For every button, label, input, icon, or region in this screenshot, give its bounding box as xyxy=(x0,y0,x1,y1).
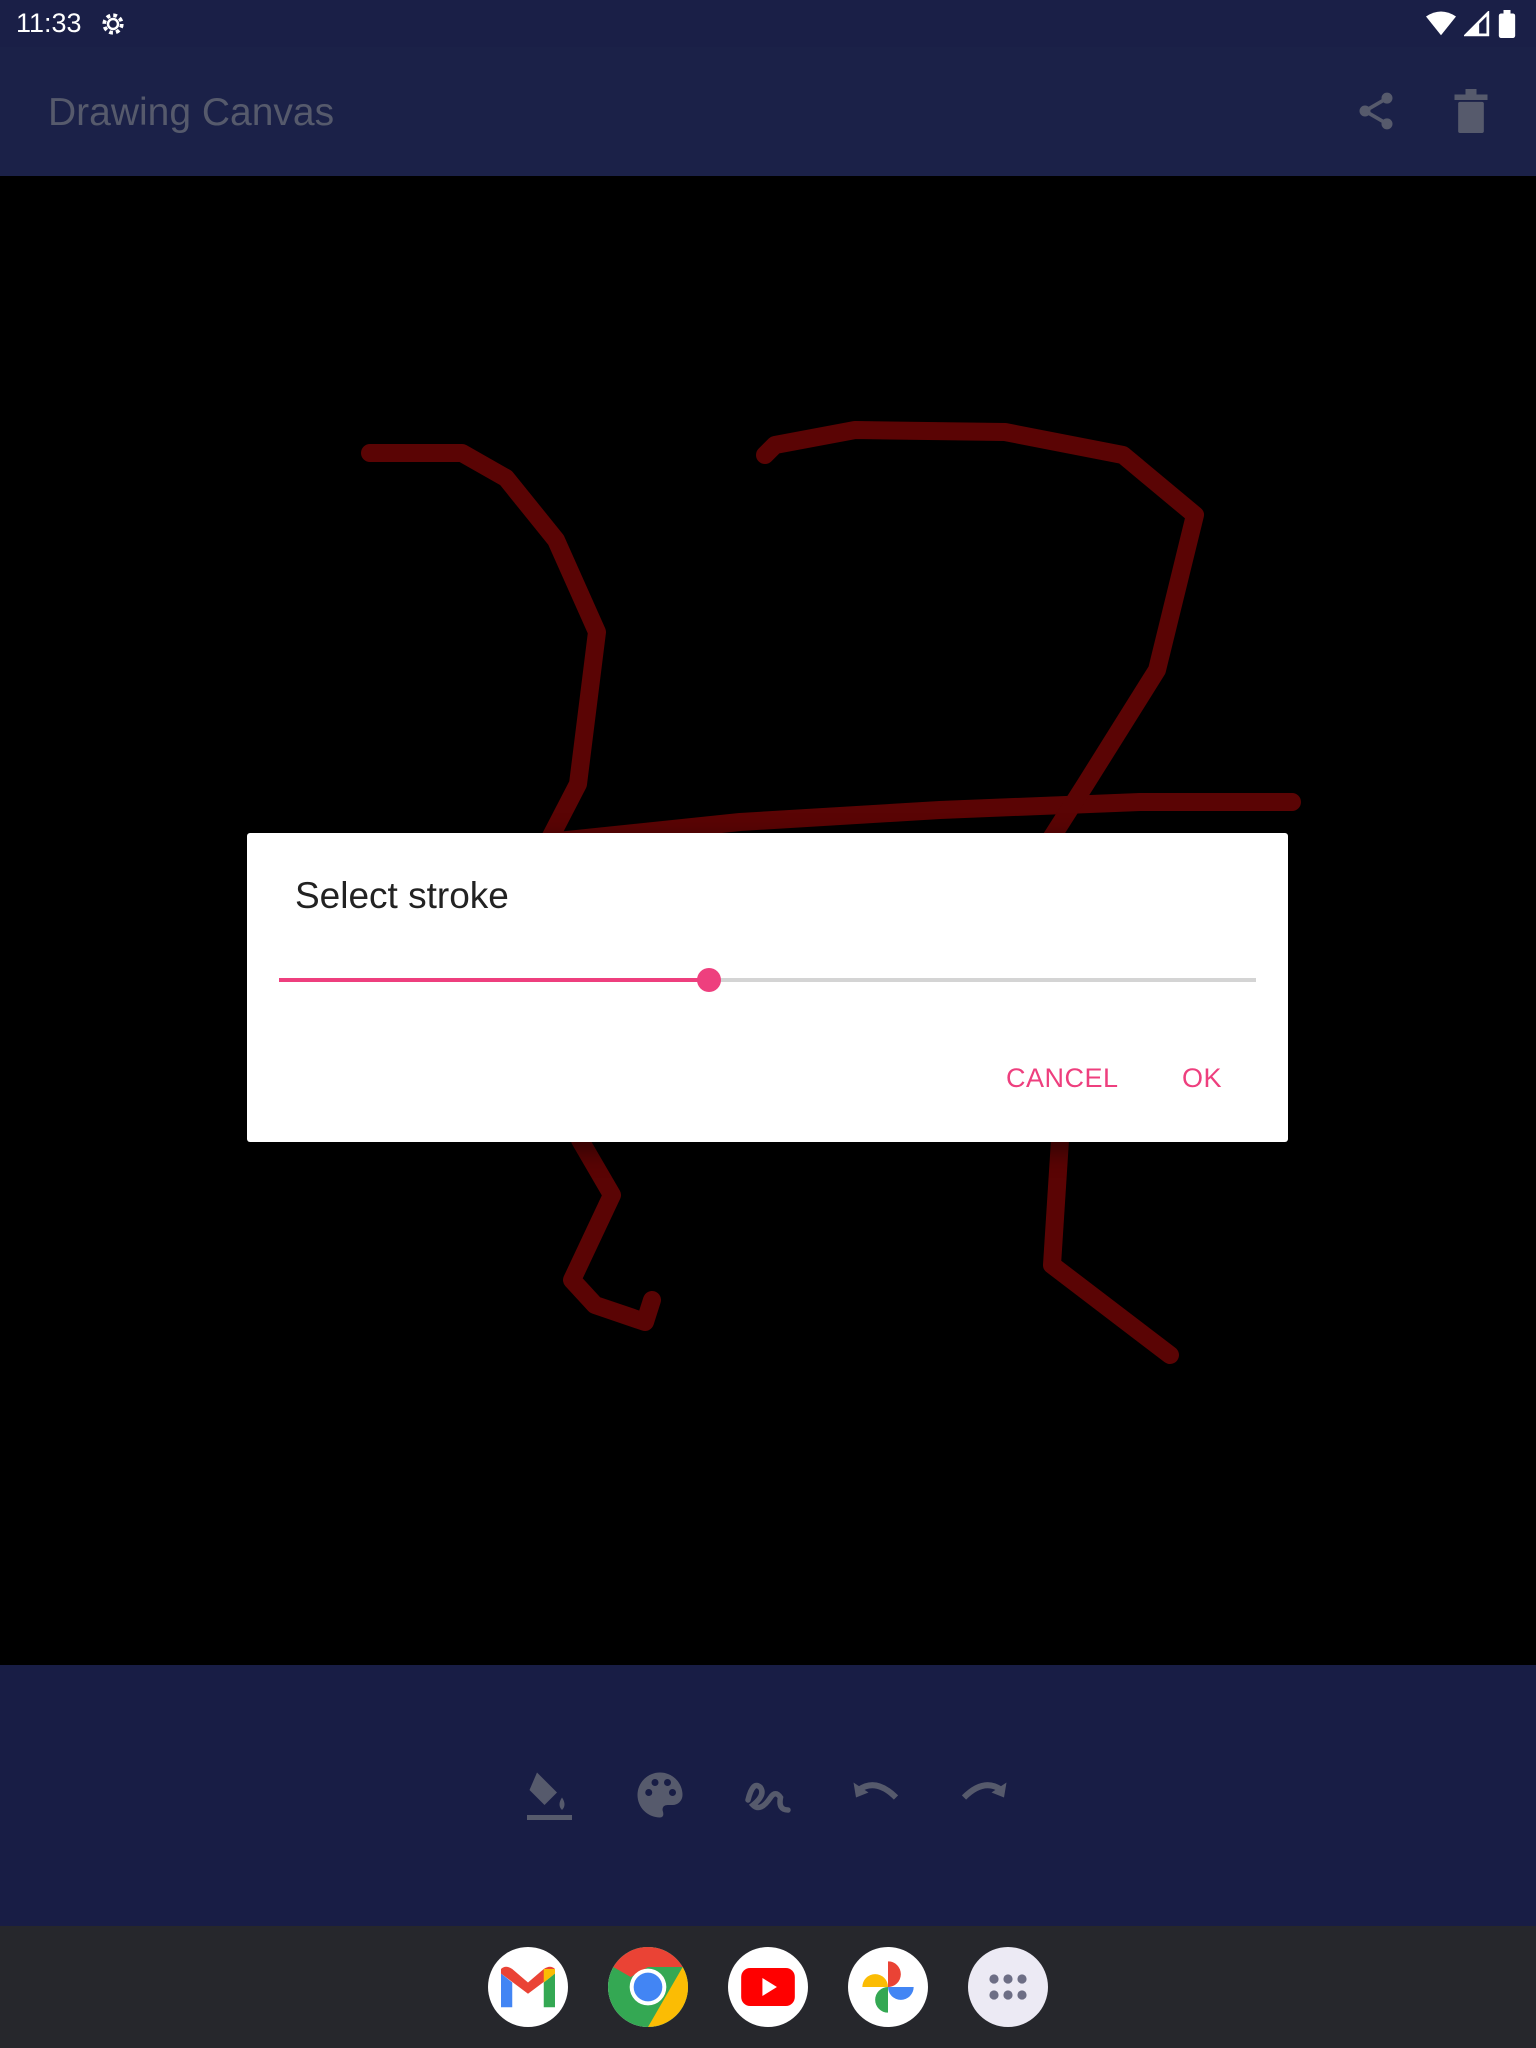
chrome-icon[interactable] xyxy=(608,1947,688,2027)
stroke-path xyxy=(361,444,606,851)
stroke-path xyxy=(756,421,1204,849)
app-drawer-icon[interactable] xyxy=(968,1947,1048,2027)
photos-icon[interactable] xyxy=(848,1947,928,2027)
redo-icon[interactable] xyxy=(954,1765,1014,1825)
dialog-title: Select stroke xyxy=(295,875,509,916)
wifi-icon xyxy=(1426,11,1456,42)
app-title: Drawing Canvas xyxy=(48,91,335,134)
select-stroke-dialog: Select stroke CANCEL OK xyxy=(247,833,1288,1142)
fill-color-icon[interactable] xyxy=(522,1765,582,1825)
status-time: 11:33 xyxy=(16,8,82,38)
gmail-icon[interactable] xyxy=(488,1947,568,2027)
battery-icon xyxy=(1498,10,1516,43)
palette-icon[interactable] xyxy=(630,1765,690,1825)
app-dock xyxy=(0,1926,1536,2048)
signal-icon xyxy=(1462,9,1490,42)
status-bar: 11:33 xyxy=(0,0,1536,47)
youtube-icon[interactable] xyxy=(728,1947,808,2027)
app-bar: Drawing Canvas xyxy=(0,47,1536,176)
undo-icon[interactable] xyxy=(846,1765,906,1825)
stroke-icon[interactable] xyxy=(738,1765,798,1825)
settings-icon xyxy=(98,9,128,44)
delete-icon[interactable] xyxy=(1451,89,1491,138)
stroke-slider[interactable] xyxy=(279,968,1256,992)
share-icon[interactable] xyxy=(1354,89,1398,138)
stroke-path xyxy=(1043,1131,1179,1364)
slider-fill xyxy=(279,978,709,982)
ok-button[interactable]: OK xyxy=(1182,1063,1222,1094)
stroke-path xyxy=(563,1131,661,1331)
cancel-button[interactable]: CANCEL xyxy=(1006,1063,1119,1094)
bottom-toolbar xyxy=(0,1665,1536,1926)
slider-thumb[interactable] xyxy=(696,968,721,992)
